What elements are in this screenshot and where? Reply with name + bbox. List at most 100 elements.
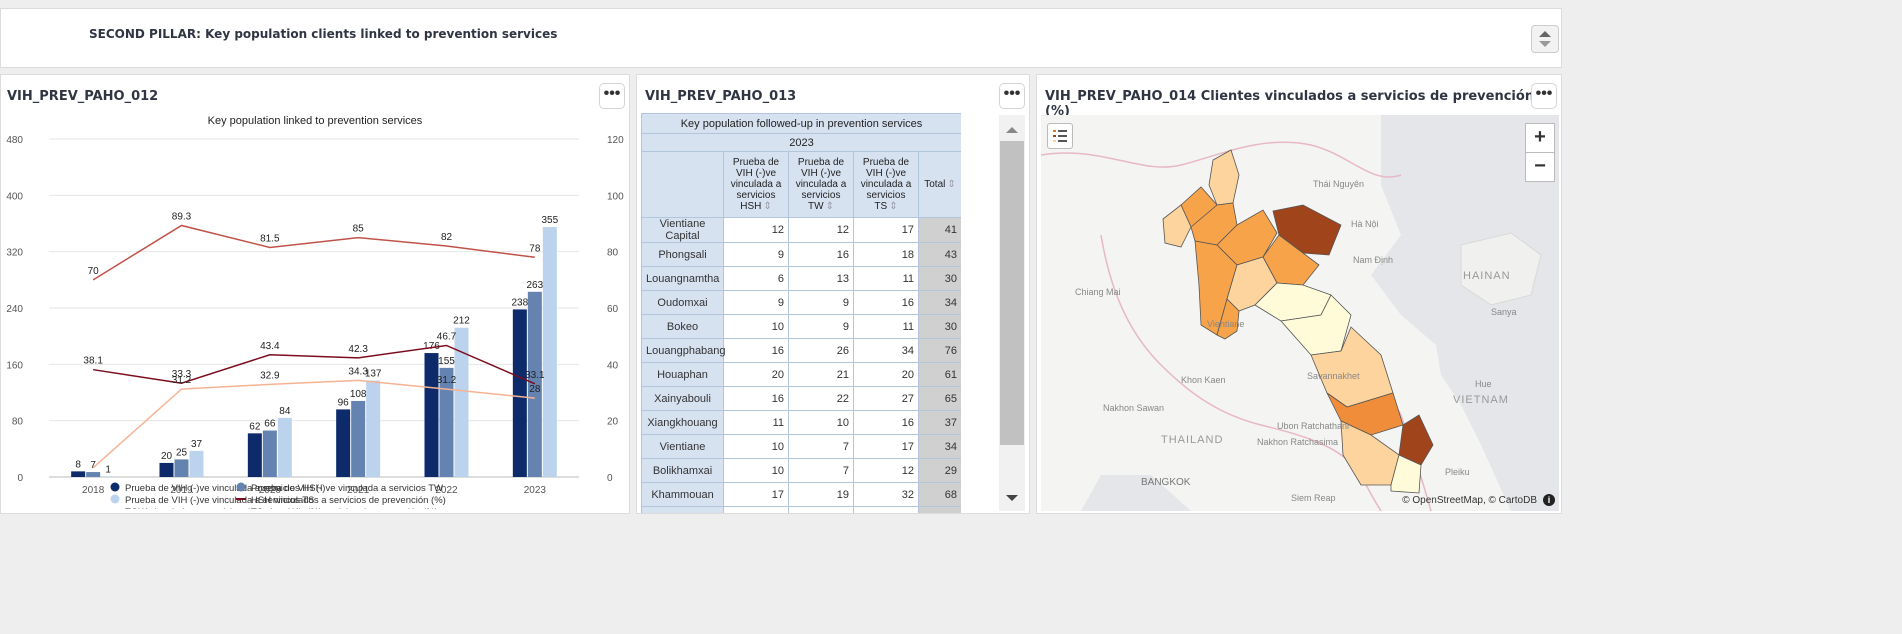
cell-ts: 27: [853, 386, 919, 411]
cell-ts: 17: [853, 217, 919, 243]
map-place-label: Chiang Mai: [1075, 287, 1121, 297]
cell-ts: 12: [853, 458, 919, 483]
row-label: Savannakhet: [641, 506, 724, 513]
chart-panel-title: VIH_PREV_PAHO_012: [7, 89, 159, 104]
cell-hsh: 16: [723, 386, 789, 411]
legend-label: Prueba de VIH (-)ve vinculada a servicio…: [251, 483, 443, 494]
y-tick-label: 400: [6, 191, 23, 202]
bar: [101, 476, 116, 477]
map-place-label: Ubon Ratchathani: [1277, 421, 1349, 431]
bar: [336, 409, 351, 477]
bar: [424, 353, 439, 477]
legend-toggle-button[interactable]: [1047, 123, 1073, 149]
map-attribution: © OpenStreetMap, © CartoDB: [1402, 495, 1537, 506]
y-tick-label: 480: [6, 135, 23, 146]
line-value-label: 28: [529, 384, 541, 395]
scrollbar-thumb[interactable]: [1000, 141, 1024, 445]
table-row[interactable]: Bokeo 10 9 11 30: [641, 314, 961, 339]
bar-value-label: 238: [511, 297, 528, 308]
table-row[interactable]: Louangphabang 16 26 34 76: [641, 338, 961, 363]
map-canvas[interactable]: Thái Nguyên Hà Nội Nam Định Chiang Mai HAINA…: [1041, 115, 1559, 511]
column-header-label: Prueba de VIH (-)ve vinculada a servicio…: [730, 157, 782, 212]
line-value-label: 31.2: [437, 375, 457, 386]
cell-hsh: 12: [723, 217, 789, 243]
cell-total: 76: [918, 338, 961, 363]
table-row[interactable]: Louangnamtha 6 13 11 30: [641, 266, 961, 291]
scroll-down-icon[interactable]: [999, 487, 1025, 507]
info-icon[interactable]: i: [1543, 494, 1555, 506]
collapse-toggle[interactable]: [1531, 25, 1559, 53]
line-value-label: 31.2: [172, 375, 192, 386]
sort-icon[interactable]: ⇕: [763, 201, 771, 212]
cell-ts: 34: [853, 338, 919, 363]
table-row[interactable]: Savannakhet413648125: [641, 506, 961, 513]
cell-ts: 18: [853, 242, 919, 267]
bar: [159, 462, 174, 477]
map-place-label: Nakhon Sawan: [1103, 403, 1164, 413]
sort-icon[interactable]: ⇕: [826, 201, 834, 212]
cell-tw: 21: [788, 362, 854, 387]
row-label-header: [641, 151, 724, 218]
chart-panel-menu-button[interactable]: •••: [599, 83, 625, 109]
cell-ts: 32: [853, 482, 919, 507]
column-header[interactable]: Prueba de VIH (-)ve vinculada a servicio…: [723, 151, 789, 218]
map-place-label: Siem Reap: [1291, 493, 1336, 503]
bar: [86, 472, 101, 477]
bar-value-label: 1: [105, 464, 111, 475]
bar: [262, 430, 277, 477]
map-panel: VIH_PREV_PAHO_014 Clientes vinculados a …: [1036, 74, 1562, 514]
line-value-label: 81.5: [260, 233, 280, 244]
table-row[interactable]: Phongsali 9 16 18 43: [641, 242, 961, 267]
cell-ts: 48: [853, 506, 919, 513]
cell-tw: 9: [788, 314, 854, 339]
map-panel-menu-button[interactable]: •••: [1531, 83, 1557, 109]
line-value-label: 46.7: [437, 331, 457, 342]
bar-value-label: 25: [176, 447, 188, 458]
table-row[interactable]: Vientiane Capital 12 12 17 41: [641, 217, 961, 243]
scroll-up-icon[interactable]: [999, 119, 1025, 139]
table-scrollbar[interactable]: [999, 115, 1025, 511]
column-header[interactable]: Total ⇕: [918, 151, 961, 218]
data-table: Key population followed-up in prevention…: [641, 113, 961, 513]
table-row[interactable]: Houaphan 20 21 20 61: [641, 362, 961, 387]
cell-ts: 20: [853, 362, 919, 387]
table-row[interactable]: Vientiane 10 7 17 34: [641, 434, 961, 459]
table-row[interactable]: Xainyabouli 16 22 27 65: [641, 386, 961, 411]
row-label: Xainyabouli: [641, 386, 724, 411]
sort-icon[interactable]: ⇕: [947, 179, 955, 190]
table-row[interactable]: Bolikhamxai 10 7 12 29: [641, 458, 961, 483]
cell-total: 125: [918, 506, 961, 513]
table-row[interactable]: Khammouan 17 19 32 68: [641, 482, 961, 507]
cell-hsh: 6: [723, 266, 789, 291]
province-phongsali: [1208, 149, 1240, 206]
combo-chart: Key population linked to prevention serv…: [6, 115, 624, 509]
table-panel: VIH_PREV_PAHO_013 ••• Key population fol…: [636, 74, 1030, 514]
bar: [542, 227, 557, 477]
column-header[interactable]: Prueba de VIH (-)ve vinculada a servicio…: [788, 151, 854, 218]
map-place-label: Hue: [1475, 379, 1492, 389]
y2-tick-label: 0: [607, 473, 613, 484]
column-header[interactable]: Prueba de VIH (-)ve vinculada a servicio…: [853, 151, 919, 218]
sort-icon[interactable]: ⇕: [889, 201, 897, 212]
row-label: Vientiane Capital: [641, 217, 724, 243]
cell-ts: 16: [853, 410, 919, 435]
cell-total: 41: [918, 217, 961, 243]
table-row[interactable]: Oudomxai 9 9 16 34: [641, 290, 961, 315]
line-value-label: 38.1: [83, 356, 103, 367]
cell-total: 43: [918, 242, 961, 267]
row-label: Oudomxai: [641, 290, 724, 315]
map-place-label: VIETNAM: [1453, 394, 1509, 406]
zoom-out-button[interactable]: −: [1525, 152, 1555, 182]
table-row[interactable]: Xiangkhouang 11 10 16 37: [641, 410, 961, 435]
zoom-in-button[interactable]: +: [1525, 123, 1555, 153]
cell-total: 65: [918, 386, 961, 411]
row-label: Houaphan: [641, 362, 724, 387]
cell-hsh: 10: [723, 458, 789, 483]
bar: [247, 433, 262, 477]
map-place-label: Sanya: [1491, 307, 1517, 317]
page-title: SECOND PILLAR: Key population clients li…: [89, 27, 558, 41]
table-panel-menu-button[interactable]: •••: [999, 83, 1025, 109]
bar-value-label: 66: [264, 419, 276, 430]
column-header-label: Prueba de VIH (-)ve vinculada a servicio…: [860, 157, 912, 212]
line-value-label: 43.4: [260, 341, 280, 352]
